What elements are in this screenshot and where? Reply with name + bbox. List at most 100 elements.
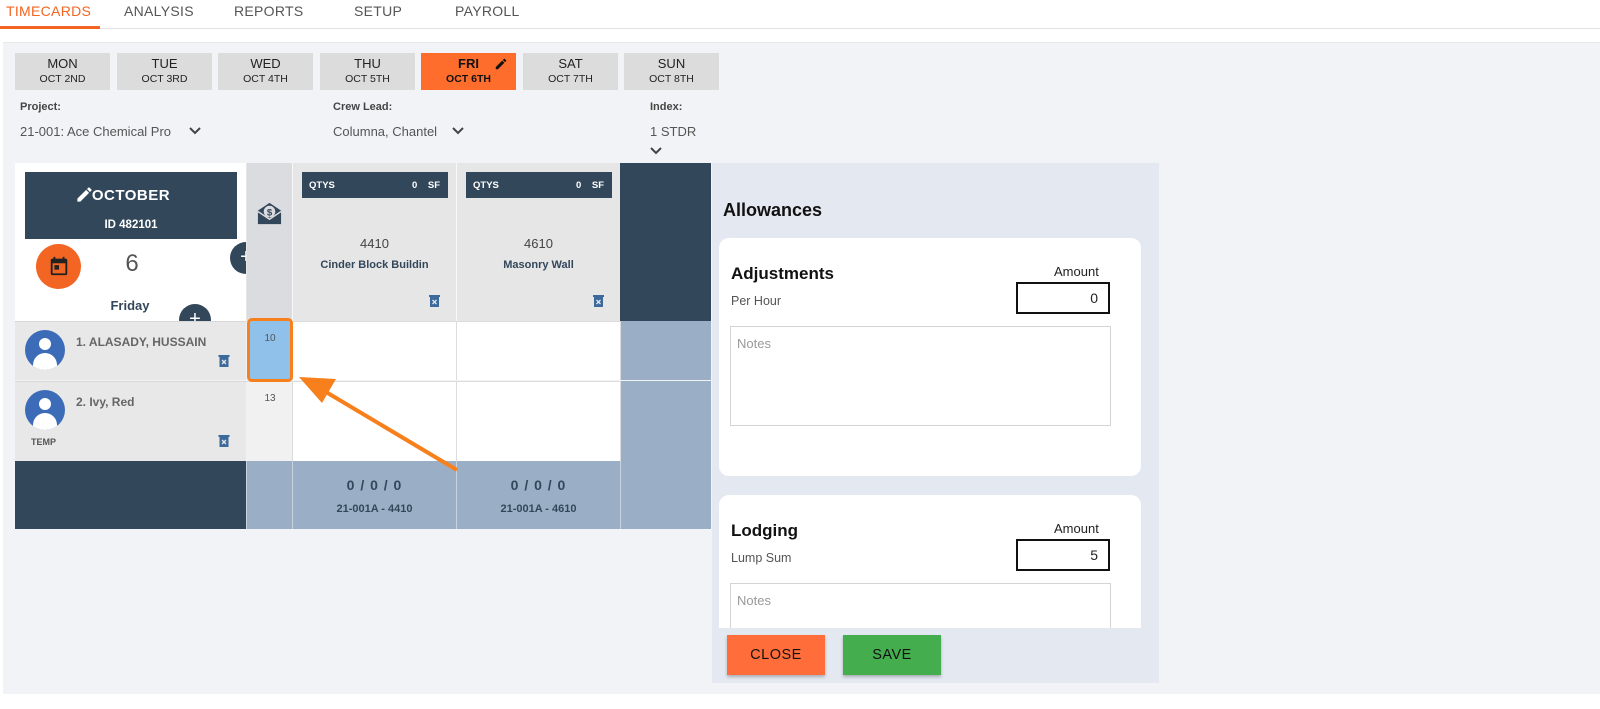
day-name: TUE xyxy=(151,56,178,71)
cost-code-number: 4610 xyxy=(524,236,553,251)
allowance-column-header: $ xyxy=(246,163,292,321)
chevron-down-icon[interactable] xyxy=(649,146,663,156)
month-header[interactable]: OCTOBER ID 482101 xyxy=(25,172,237,239)
qtys-label: QTYS xyxy=(473,180,499,191)
totals-footer-left xyxy=(15,461,246,529)
entry-cell[interactable] xyxy=(292,321,456,380)
employee-name[interactable]: 1. ALASADY, HUSSAIN xyxy=(76,335,206,349)
day-date: OCT 6TH xyxy=(446,73,491,85)
adjustments-amount-input[interactable]: 0 xyxy=(1016,282,1110,314)
cost-code-column: QTYS 0 SF 4610 Masonry Wall xyxy=(456,163,620,321)
lodging-title: Lodging xyxy=(731,521,799,540)
avatar[interactable] xyxy=(25,390,65,430)
day-date: OCT 5TH xyxy=(345,73,390,85)
qtys-label: QTYS xyxy=(309,180,335,191)
employee-tag: TEMP xyxy=(31,437,57,447)
active-tab-indicator xyxy=(0,26,100,29)
adjustments-title: Adjustments xyxy=(731,264,834,283)
adjustments-notes[interactable]: Notes xyxy=(730,326,1111,426)
project-select[interactable]: 21-001: Ace Chemical Pro xyxy=(20,124,171,139)
tab-setup[interactable]: SETUP xyxy=(354,3,402,19)
day-tab-wed[interactable]: WED OCT 4TH xyxy=(218,53,313,90)
day-name: THU xyxy=(354,56,381,71)
close-button[interactable]: CLOSE xyxy=(727,635,825,675)
cost-code-name: Masonry Wall xyxy=(503,259,574,271)
tab-timecards[interactable]: TIMECARDS xyxy=(6,3,91,19)
money-envelope-icon[interactable]: $ xyxy=(256,199,283,226)
svg-text:$: $ xyxy=(267,207,273,218)
row-total-cell xyxy=(620,381,711,461)
employee-name[interactable]: 2. Ivy, Red xyxy=(76,395,134,409)
index-select[interactable]: 1 STDR xyxy=(650,124,696,139)
trash-icon[interactable] xyxy=(218,434,230,447)
lodging-subtitle: Lump Sum xyxy=(731,551,792,565)
crew-lead-select[interactable]: Columna, Chantel xyxy=(333,124,437,139)
project-label: Project: xyxy=(20,101,61,113)
trash-icon[interactable] xyxy=(429,294,440,307)
adjustments-subtitle: Per Hour xyxy=(731,294,782,308)
selected-hours-cell[interactable] xyxy=(247,318,293,382)
day-name: WED xyxy=(250,56,281,71)
lodging-amount-input[interactable]: 5 xyxy=(1016,539,1110,571)
day-tab-fri[interactable]: FRI OCT 6TH xyxy=(421,53,516,90)
qtys-value: 0 xyxy=(576,180,582,191)
day-name: MON xyxy=(47,56,78,71)
cost-code-number: 4410 xyxy=(360,236,389,251)
top-nav: TIMECARDS ANALYSIS REPORTS SETUP PAYROLL xyxy=(0,0,1600,29)
day-tab-tue[interactable]: TUE OCT 3RD xyxy=(117,53,212,90)
day-tab-sun[interactable]: SUN OCT 8TH xyxy=(624,53,719,90)
trash-icon[interactable] xyxy=(218,354,230,367)
chevron-down-icon[interactable] xyxy=(188,126,202,136)
day-date: OCT 8TH xyxy=(649,73,694,85)
totals-value: 0 / 0 / 0 xyxy=(346,477,403,493)
timecard-id: ID 482101 xyxy=(104,219,158,231)
quantities-bar[interactable]: QTYS 0 SF xyxy=(466,172,612,198)
month-title: OCTOBER xyxy=(91,187,171,204)
day-date: OCT 4TH xyxy=(243,73,288,85)
day-name-label: Friday xyxy=(110,298,150,313)
qtys-unit: SF xyxy=(591,180,604,191)
day-tab-sat[interactable]: SAT OCT 7TH xyxy=(523,53,618,90)
trash-icon[interactable] xyxy=(593,294,604,307)
qtys-value: 0 xyxy=(412,180,418,191)
qtys-unit: SF xyxy=(427,180,440,191)
chevron-down-icon[interactable] xyxy=(451,126,465,136)
amount-label: Amount xyxy=(1054,264,1099,279)
day-name: SAT xyxy=(558,56,583,71)
calendar-button[interactable] xyxy=(36,244,81,289)
allowances-title: Allowances xyxy=(723,200,823,220)
entry-cell[interactable] xyxy=(456,321,620,380)
day-tab-mon[interactable]: MON OCT 2ND xyxy=(15,53,110,90)
tab-reports[interactable]: REPORTS xyxy=(234,3,304,19)
pencil-icon xyxy=(495,58,507,70)
tab-payroll[interactable]: PAYROLL xyxy=(455,3,520,19)
day-tab-thu[interactable]: THU OCT 5TH xyxy=(320,53,415,90)
hours-value: 13 xyxy=(264,393,276,404)
save-button[interactable]: SAVE xyxy=(843,635,941,675)
totals-footer-cell xyxy=(246,461,292,529)
cost-code-totals: 0 / 0 / 0 21-001A - 4410 xyxy=(292,461,456,529)
crew-lead-label: Crew Lead: xyxy=(333,101,393,113)
totals-value: 0 / 0 / 0 xyxy=(510,477,567,493)
calendar-icon xyxy=(50,256,68,276)
avatar[interactable] xyxy=(25,330,65,370)
entry-cell[interactable] xyxy=(456,381,620,461)
totals-column-header xyxy=(620,163,711,321)
hours-value: 10 xyxy=(264,333,276,344)
totals-footer-cell xyxy=(620,461,711,529)
day-date: OCT 3RD xyxy=(141,73,188,85)
day-date: OCT 2ND xyxy=(39,73,86,85)
row-total-cell xyxy=(620,321,711,380)
day-number: 6 xyxy=(125,250,139,277)
cost-code-ref: 21-001A - 4410 xyxy=(336,503,413,515)
page-bottom xyxy=(0,694,1600,709)
amount-label: Amount xyxy=(1054,521,1099,536)
index-label: Index: xyxy=(650,101,683,113)
cost-code-name: Cinder Block Buildin xyxy=(320,259,429,271)
adjustments-card: Adjustments Per Hour Amount 0 Notes xyxy=(719,238,1141,476)
tab-analysis[interactable]: ANALYSIS xyxy=(124,3,194,19)
day-name: SUN xyxy=(657,56,686,71)
entry-cell[interactable] xyxy=(292,381,456,461)
quantities-bar[interactable]: QTYS 0 SF xyxy=(302,172,448,198)
cost-code-ref: 21-001A - 4610 xyxy=(500,503,577,515)
